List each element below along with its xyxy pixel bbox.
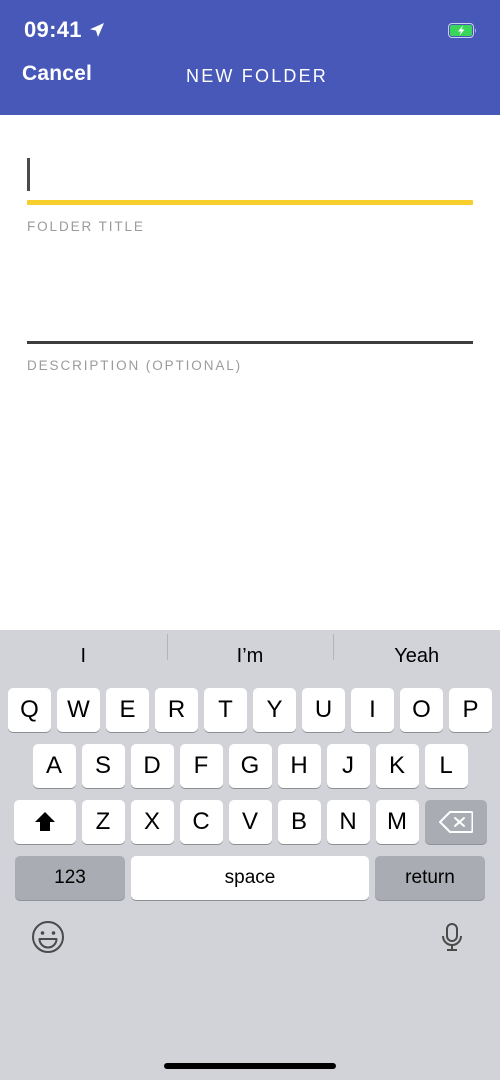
folder-title-label: FOLDER TITLE [27,219,145,234]
key-j[interactable]: J [326,744,370,788]
key-c[interactable]: C [179,800,223,844]
numeric-switch-key[interactable]: 123 [15,856,125,900]
shift-icon [32,809,58,835]
key-y[interactable]: Y [253,688,296,732]
shift-key[interactable] [13,800,76,844]
location-arrow-icon [89,22,105,38]
key-g[interactable]: G [228,744,272,788]
new-folder-form: FOLDER TITLE DESCRIPTION (OPTIONAL) [0,115,500,633]
keyboard-row-3: Z X C V B N M [0,800,500,844]
suggestion-item[interactable]: Yeah [333,633,500,668]
key-w[interactable]: W [57,688,100,732]
key-e[interactable]: E [106,688,149,732]
text-cursor [27,157,30,191]
description-underline [27,341,473,344]
mic-key[interactable] [434,919,470,955]
key-a[interactable]: A [32,744,76,788]
key-m[interactable]: M [375,800,419,844]
key-p[interactable]: P [449,688,492,732]
app-header: 09:41 Cancel NEW FOLDER [0,0,500,115]
description-label: DESCRIPTION (OPTIONAL) [27,358,243,373]
key-v[interactable]: V [228,800,272,844]
key-b[interactable]: B [277,800,321,844]
folder-title-field[interactable]: FOLDER TITLE [0,115,500,234]
suggestion-item[interactable]: I’m [166,633,334,668]
folder-title-underline [27,200,473,205]
status-time: 09:41 [24,17,82,42]
key-h[interactable]: H [277,744,321,788]
page-title: NEW FOLDER [186,66,329,86]
predictive-suggestions-bar: I I’m Yeah [0,630,500,682]
key-i[interactable]: I [351,688,394,732]
key-u[interactable]: U [302,688,345,732]
keyboard-row-2: A S D F G H J K L [0,744,500,788]
key-n[interactable]: N [326,800,370,844]
key-k[interactable]: K [375,744,419,788]
keyboard-accessory-row [0,908,500,966]
key-r[interactable]: R [155,688,198,732]
cancel-button[interactable]: Cancel [22,62,92,86]
status-bar-left: 09:41 [24,17,105,43]
on-screen-keyboard: I I’m Yeah Q W E R T Y U I O P A S D F G… [0,630,500,1080]
keyboard-row-4: 123 space return [0,856,500,900]
folder-title-input[interactable] [27,148,473,200]
keyboard-row-1: Q W E R T Y U I O P [0,688,500,732]
key-d[interactable]: D [130,744,174,788]
backspace-icon [438,810,473,834]
battery-charging-icon [448,22,478,38]
key-l[interactable]: L [424,744,468,788]
description-input[interactable] [27,289,473,341]
return-key[interactable]: return [375,856,485,900]
emoji-key[interactable] [30,919,66,955]
phone-screen: 09:41 Cancel NEW FOLDER FOLDER TITLE DES… [0,0,500,1080]
navigation-bar: Cancel NEW FOLDER [0,60,500,115]
key-o[interactable]: O [400,688,443,732]
status-bar: 09:41 [0,0,500,60]
key-t[interactable]: T [204,688,247,732]
description-field[interactable]: DESCRIPTION (OPTIONAL) [0,234,500,373]
key-s[interactable]: S [81,744,125,788]
key-z[interactable]: Z [81,800,125,844]
space-key[interactable]: space [131,856,369,900]
key-f[interactable]: F [179,744,223,788]
home-indicator[interactable] [164,1063,336,1069]
key-q[interactable]: Q [8,688,51,732]
suggestion-item[interactable]: I [0,645,167,668]
backspace-key[interactable] [424,800,487,844]
key-x[interactable]: X [130,800,174,844]
